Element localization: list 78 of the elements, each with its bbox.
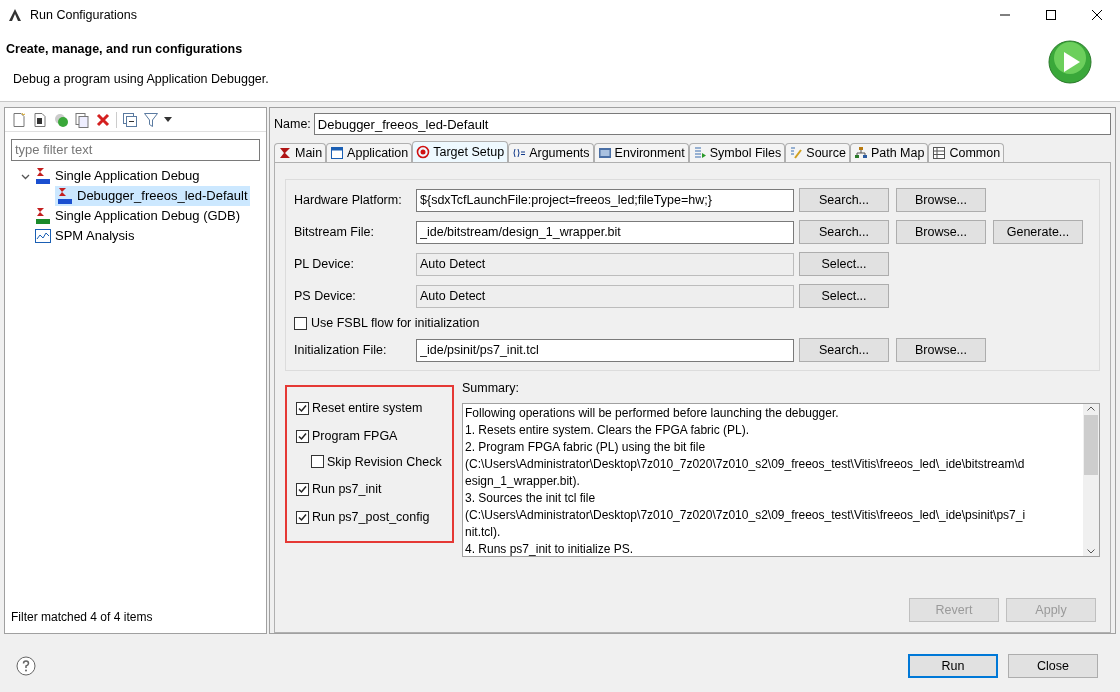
filter-status: Filter matched 4 of 4 items [11,609,154,626]
header-subtitle: Debug a program using Application Debugger. [13,70,269,88]
button[interactable]: Run [908,654,998,678]
window-icon [330,146,345,160]
button[interactable]: Browse... [896,220,986,244]
option-label: Program FPGA [312,427,398,445]
hierarchy-icon [853,146,868,160]
field-label: Bitstream File: [294,223,375,241]
maximize-icon [1046,10,1056,20]
field-label: PS Device: [294,287,357,305]
app-logo-icon [8,8,22,22]
summary-text: Following operations will be performed before launching the debugger. 1. Resets entire system. Clears the FPGA fabric (PL). 2. Program FPGA fabric (PL) using the bit file (C:\Users\Administrator\Desktop\7z010_7z020\7z010_s2\09_freeos_test\Vitis\freeos_led\_ide\bitstream\d esign_1_wrapper.bit). 3. Sources the init tcl file (C:\Users\Administrator\Desktop\7z010_7z020\7z010_s2\09_freeos_test\Vitis\freeos_led\_ide\psinit\ps7_i nit.tcl). 4. Runs ps7_init to initialize PS. [464,404,1027,556]
scroll-up-icon[interactable] [1087,405,1095,411]
option-label: Reset entire system [312,400,423,417]
tab[interactable]: Application [326,143,413,162]
run-icon [1048,40,1092,84]
copy-icon[interactable] [74,111,90,128]
tree-item[interactable]: Single Application Debug (GDB) [33,206,242,226]
tab[interactable]: Source [785,143,850,162]
tab[interactable]: Path Map [849,143,929,162]
option-label: Run ps7_init [312,481,382,499]
button[interactable]: Browse... [896,188,986,212]
monitor-icon [597,146,612,160]
checkbox[interactable] [294,316,307,330]
dropdown-icon[interactable] [164,117,172,122]
checkbox[interactable] [296,429,309,443]
text-field[interactable]: ${sdxTcfLaunchFile:project=freeos_led;fileType=hw;} [416,188,794,212]
field-label: Hardware Platform: [294,191,403,209]
tree-item[interactable]: Single Application Debug [33,166,202,186]
filter-field[interactable]: type filter text [11,138,260,161]
scrollbar[interactable] [1083,403,1099,556]
chart-icon [35,229,51,243]
delete-icon[interactable] [95,111,111,128]
button[interactable]: Search... [799,338,889,362]
text-field[interactable]: _ide/bitstream/design_1_wrapper.bit [416,220,794,244]
xilinx-logo-icon [57,187,73,205]
button[interactable]: Search... [799,188,889,212]
summary-label: Summary: [462,380,520,397]
checkbox[interactable] [296,510,309,524]
button[interactable]: Browse... [896,338,986,362]
option-label: Skip Revision Check [327,453,442,471]
text-field[interactable]: _ide/psinit/ps7_init.tcl [416,338,794,362]
name-label: Name: [274,115,311,133]
collapse-icon[interactable] [122,111,138,128]
tab[interactable]: Symbol Files [688,143,786,162]
field-label: Initialization File: [294,341,388,359]
tab[interactable]: Main [274,143,327,162]
tab[interactable]: Target Setup [412,141,509,162]
checkbox[interactable] [296,483,309,497]
tab[interactable]: Environment [593,143,689,162]
header-title: Create, manage, and run configurations [6,41,244,58]
button[interactable]: Generate... [993,220,1083,244]
new-file-icon[interactable] [11,111,27,128]
checkbox[interactable] [311,455,324,469]
button[interactable]: Close [1008,654,1098,678]
tree-item[interactable]: SPM Analysis [33,226,137,246]
button[interactable]: Search... [799,220,889,244]
list-icon [692,146,707,160]
field-label: PL Device: [294,255,355,273]
scroll-down-icon[interactable] [1087,548,1095,554]
window-title: Run Configurations [30,6,137,24]
checkbox[interactable] [296,401,309,415]
xilinx-logo-icon [35,207,51,225]
variable-icon [512,146,527,160]
help-icon[interactable] [16,656,36,676]
option-label: Run ps7_post_config [312,509,430,526]
tab[interactable]: Arguments [508,143,594,162]
checkbox-label: Use FSBL flow for initialization [311,314,480,332]
filter-icon[interactable] [143,111,159,128]
tab[interactable]: Common [928,143,1005,162]
xilinx-logo-icon [35,167,51,185]
table-icon [932,146,947,160]
target-icon [416,145,431,159]
name-field[interactable]: Debugger_freeos_led-Default [313,113,1111,135]
close-icon [1092,10,1102,20]
edit-icon [789,146,804,160]
xilinx-logo-icon [278,146,292,160]
tree-item[interactable]: Debugger_freeos_led-Default [55,186,250,206]
